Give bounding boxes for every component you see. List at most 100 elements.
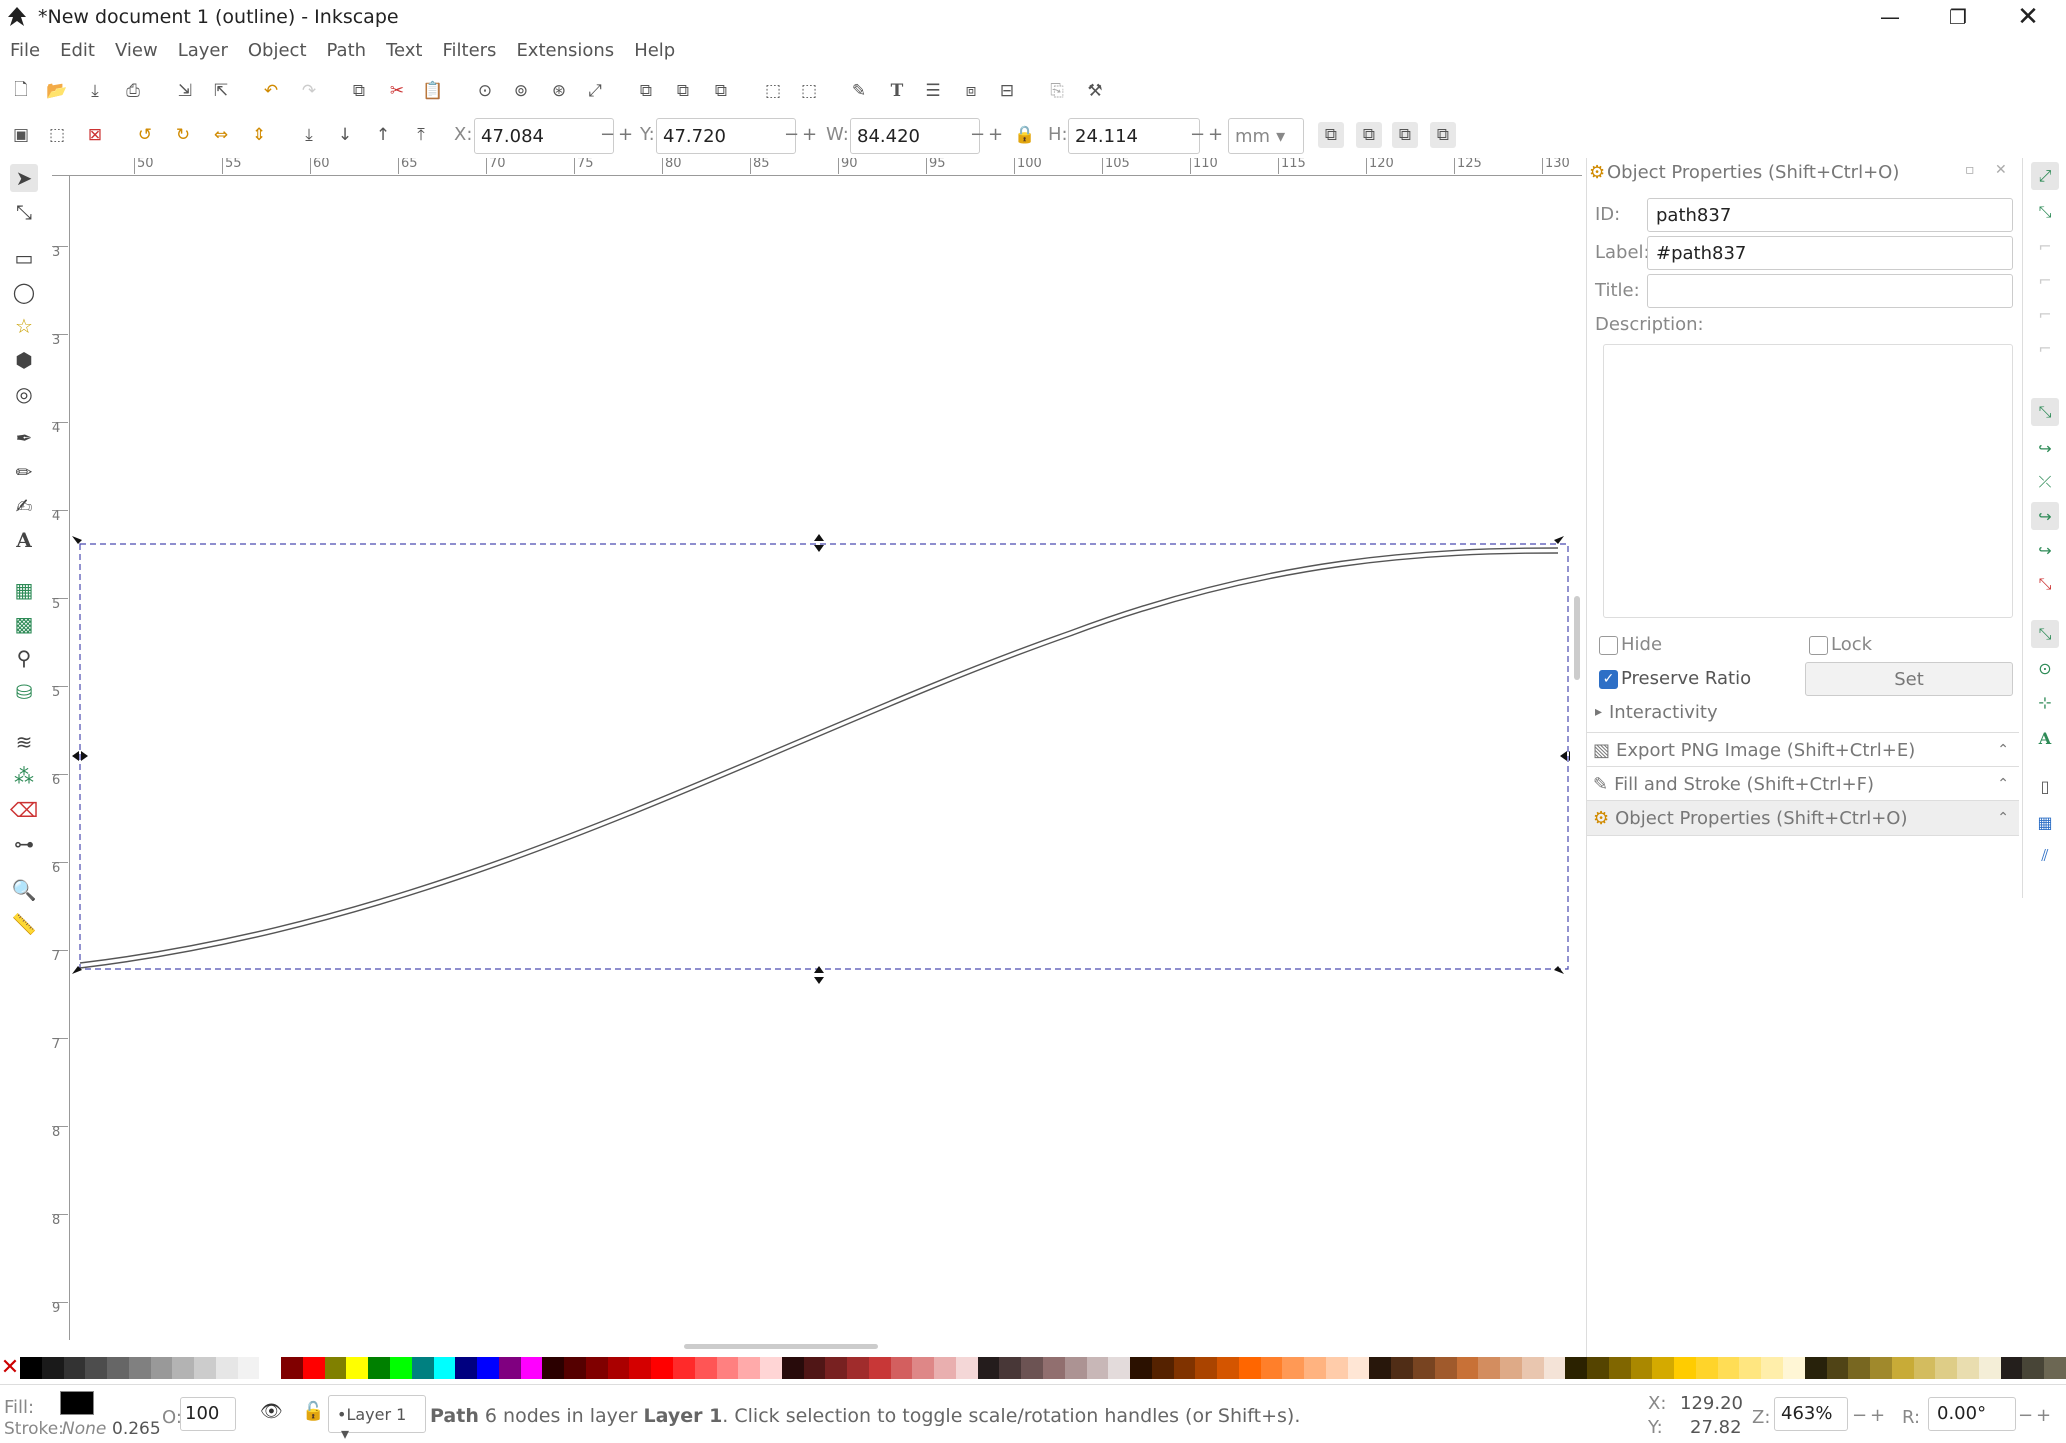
color-swatch[interactable] — [1282, 1357, 1305, 1379]
zoom-decrement[interactable]: − — [1852, 1405, 1867, 1426]
pencil-tool-icon[interactable]: ✏ — [10, 458, 38, 486]
rectangle-tool-icon[interactable]: ▭ — [10, 244, 38, 272]
pen-tool-icon[interactable]: ✒ — [10, 424, 38, 452]
redo-icon[interactable]: ↷ — [296, 78, 322, 104]
lock-checkbox[interactable] — [1809, 636, 1828, 655]
label-input[interactable]: #path837 — [1647, 236, 2013, 270]
color-swatch[interactable] — [999, 1357, 1022, 1379]
color-swatch[interactable] — [1543, 1357, 1566, 1379]
h-increment[interactable]: + — [1208, 124, 1223, 145]
calligraphy-tool-icon[interactable]: ✍ — [10, 492, 38, 520]
color-swatch[interactable] — [259, 1357, 282, 1379]
align-distribute-icon[interactable]: ⊟ — [994, 78, 1020, 104]
color-swatch[interactable] — [41, 1357, 64, 1379]
paste-icon[interactable]: 📋 — [420, 78, 446, 104]
h-input[interactable]: 24.114 — [1068, 118, 1200, 154]
color-swatch[interactable] — [1783, 1357, 1805, 1379]
color-swatch[interactable] — [1238, 1357, 1261, 1379]
color-swatch[interactable] — [520, 1357, 543, 1379]
flip-vertical-icon[interactable]: ⇕ — [246, 122, 272, 148]
color-swatch[interactable] — [324, 1357, 347, 1379]
color-swatch[interactable] — [1935, 1357, 1958, 1379]
hide-checkbox[interactable] — [1599, 636, 1618, 655]
raise-to-top-icon[interactable]: ⤒ — [408, 122, 434, 148]
color-swatch[interactable] — [1848, 1357, 1871, 1379]
restore-icon[interactable]: ❐ — [1924, 0, 1992, 34]
color-swatch[interactable] — [107, 1357, 129, 1379]
connector-tool-icon[interactable]: ⊶ — [10, 830, 38, 858]
snap-intersections-icon[interactable]: ⤫ — [2031, 468, 2059, 496]
color-swatch[interactable] — [1042, 1357, 1065, 1379]
color-swatch[interactable] — [1608, 1357, 1631, 1379]
color-swatch[interactable] — [1086, 1357, 1109, 1379]
minimize-icon[interactable]: — — [1856, 0, 1924, 34]
dropper-tool-icon[interactable]: ⚲ — [10, 644, 38, 672]
w-decrement[interactable]: − — [970, 124, 985, 145]
color-swatch[interactable] — [1325, 1357, 1348, 1379]
color-swatch[interactable] — [1130, 1357, 1152, 1379]
group-icon[interactable]: ⬚ — [760, 78, 786, 104]
color-swatch[interactable] — [1652, 1357, 1675, 1379]
spray-tool-icon[interactable]: ⁂ — [10, 762, 38, 790]
snap-bbox-midpoint-icon[interactable]: ⌐ — [2031, 300, 2059, 328]
iconify-icon[interactable]: ▫ — [1965, 162, 1975, 178]
color-swatch[interactable] — [738, 1357, 761, 1379]
snap-toggle-icon[interactable]: ⤢ — [2031, 162, 2059, 190]
fill-swatch[interactable] — [60, 1391, 94, 1415]
print-icon[interactable]: ⎙ — [120, 78, 146, 104]
drawing-canvas[interactable] — [70, 176, 1576, 1340]
lower-to-bottom-icon[interactable]: ⤓ — [296, 122, 322, 148]
color-swatch[interactable] — [433, 1357, 456, 1379]
preferences-icon[interactable]: ⚒ — [1082, 78, 1108, 104]
spiral-tool-icon[interactable]: ◎ — [10, 380, 38, 408]
color-swatch[interactable] — [760, 1357, 782, 1379]
snap-smooth-nodes-icon[interactable]: ↪ — [2031, 536, 2059, 564]
color-swatch[interactable] — [1717, 1357, 1740, 1379]
color-swatch[interactable] — [455, 1357, 478, 1379]
color-swatch[interactable] — [1521, 1357, 1544, 1379]
color-swatch[interactable] — [934, 1357, 956, 1379]
color-swatch[interactable] — [2000, 1357, 2023, 1379]
color-swatch[interactable] — [1826, 1357, 1849, 1379]
snap-cusp-nodes-icon[interactable]: ↪ — [2031, 502, 2059, 530]
snap-object-center-icon[interactable]: ⊙ — [2031, 654, 2059, 682]
color-swatch[interactable] — [868, 1357, 891, 1379]
color-swatch[interactable] — [1347, 1357, 1370, 1379]
opacity-input[interactable]: 100 — [180, 1397, 236, 1431]
cut-icon[interactable]: ✂ — [384, 78, 410, 104]
scale-stroke-icon[interactable]: ⧉ — [1318, 122, 1344, 148]
rotate-cw-icon[interactable]: ↻ — [170, 122, 196, 148]
save-icon[interactable]: ⤓ — [82, 78, 108, 104]
zoom-page-icon[interactable]: ⊛ — [546, 78, 572, 104]
color-swatch[interactable] — [977, 1357, 1000, 1379]
color-swatch[interactable] — [20, 1357, 42, 1379]
color-swatch[interactable] — [2022, 1357, 2045, 1379]
menu-file[interactable]: File — [0, 38, 50, 64]
zoom-input[interactable]: 463% — [1774, 1397, 1848, 1431]
select-all-icon[interactable]: ▣ — [8, 122, 34, 148]
snap-page-border-icon[interactable]: ▯ — [2031, 772, 2059, 800]
color-swatch[interactable] — [411, 1357, 434, 1379]
xml-editor-icon[interactable]: ⧈ — [958, 78, 984, 104]
menu-help[interactable]: Help — [624, 38, 685, 64]
color-swatch[interactable] — [955, 1357, 978, 1379]
rotate-ccw-icon[interactable]: ↺ — [132, 122, 158, 148]
deselect-icon[interactable]: ⊠ — [82, 122, 108, 148]
color-swatch[interactable] — [1630, 1357, 1653, 1379]
clone-icon[interactable]: ⧉ — [670, 78, 696, 104]
x-input[interactable]: 47.084 — [474, 118, 614, 154]
3d-box-tool-icon[interactable]: ⬢ — [10, 346, 38, 374]
color-swatch[interactable] — [1434, 1357, 1457, 1379]
color-swatch[interactable] — [1217, 1357, 1239, 1379]
new-document-icon[interactable]: 🗋 — [8, 78, 34, 104]
menu-extensions[interactable]: Extensions — [506, 38, 624, 64]
id-input[interactable]: path837 — [1647, 198, 2013, 232]
document-properties-icon[interactable]: ⎘ — [1044, 78, 1070, 104]
unlink-clone-icon[interactable]: ⧉ — [708, 78, 734, 104]
stroke-width[interactable]: 0.265 — [112, 1419, 161, 1439]
w-increment[interactable]: + — [988, 124, 1003, 145]
menu-view[interactable]: View — [105, 38, 168, 64]
color-swatch[interactable] — [215, 1357, 238, 1379]
color-swatch[interactable] — [1739, 1357, 1762, 1379]
close-panel-icon[interactable]: ✕ — [1995, 162, 2007, 178]
